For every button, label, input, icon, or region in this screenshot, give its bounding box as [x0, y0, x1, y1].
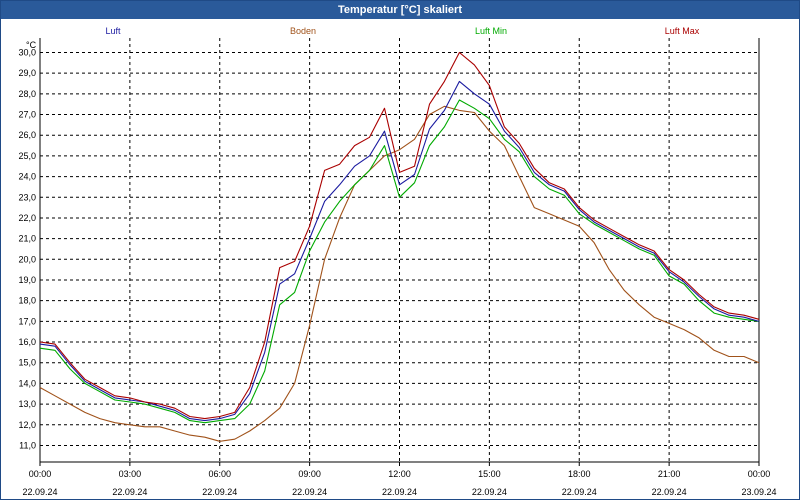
y-tick-label: 16,0: [18, 337, 36, 347]
legend-item-luft-min: Luft Min: [475, 26, 507, 36]
legend: Luft Boden Luft Min Luft Max: [105, 26, 699, 36]
y-tick-label: 14,0: [18, 378, 36, 388]
y-tick-label: 12,0: [18, 420, 36, 430]
x-tick-date-label: 23.09.24: [741, 487, 776, 497]
y-tick-label: 30,0: [18, 47, 36, 57]
x-tick-time-label: 03:00: [119, 469, 142, 479]
x-tick-time-label: 09:00: [298, 469, 321, 479]
y-tick-label: 26,0: [18, 130, 36, 140]
legend-item-luft-max: Luft Max: [665, 26, 700, 36]
y-tick-label: 22,0: [18, 213, 36, 223]
y-axis: °C 11,012,013,014,015,016,017,018,019,02…: [18, 40, 36, 450]
x-tick-date-label: 22.09.24: [382, 487, 417, 497]
y-tick-label: 17,0: [18, 316, 36, 326]
x-tick-date-label: 22.09.24: [652, 487, 687, 497]
x-tick-date-label: 22.09.24: [472, 487, 507, 497]
y-tick-label: 13,0: [18, 399, 36, 409]
y-tick-label: 27,0: [18, 110, 36, 120]
y-tick-label: 23,0: [18, 192, 36, 202]
x-tick-time-label: 00:00: [29, 469, 52, 479]
y-tick-label: 29,0: [18, 68, 36, 78]
x-tick-date-label: 22.09.24: [292, 487, 327, 497]
x-tick-time-label: 06:00: [208, 469, 231, 479]
y-tick-label: 28,0: [18, 89, 36, 99]
y-tick-label: 24,0: [18, 172, 36, 182]
y-tick-label: 21,0: [18, 234, 36, 244]
x-axis: 00:00 22.09.24 03:00 22.09.24 06:00 22.09.24 0…: [22, 462, 777, 497]
x-tick-time-label: 18:00: [568, 469, 591, 479]
x-tick-time-label: 12:00: [388, 469, 411, 479]
x-tick-date-label: 22.09.24: [22, 487, 57, 497]
y-tick-label: 25,0: [18, 151, 36, 161]
x-tick-date-label: 22.09.24: [202, 487, 237, 497]
x-tick-time-label: 21:00: [658, 469, 681, 479]
x-tick-time-label: 00:00: [748, 469, 771, 479]
legend-item-luft: Luft: [105, 26, 121, 36]
y-tick-label: 20,0: [18, 254, 36, 264]
x-tick-date-label: 22.09.24: [562, 487, 597, 497]
y-tick-label: 19,0: [18, 275, 36, 285]
temperature-chart: °C 11,012,013,014,015,016,017,018,019,02…: [18, 26, 777, 497]
y-tick-label: 15,0: [18, 358, 36, 368]
y-tick-label: 11,0: [19, 440, 36, 450]
x-tick-time-label: 15:00: [478, 469, 501, 479]
y-tick-label: 18,0: [18, 296, 36, 306]
x-tick-date-label: 22.09.24: [112, 487, 147, 497]
legend-item-boden: Boden: [290, 26, 316, 36]
